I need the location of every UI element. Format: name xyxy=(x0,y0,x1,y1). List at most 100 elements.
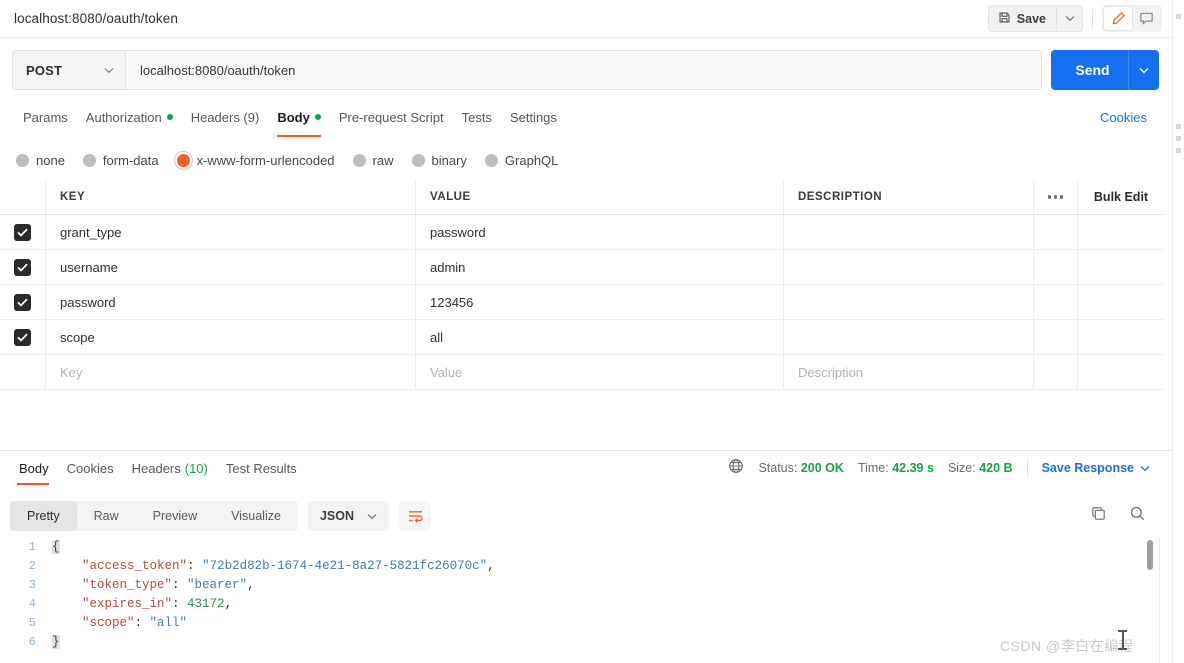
status-dot-icon xyxy=(167,114,173,120)
response-tab-headers[interactable]: Headers (10) xyxy=(123,455,217,481)
request-tab-title[interactable]: localhost:8080/oauth/token xyxy=(14,11,178,26)
tab-params[interactable]: Params xyxy=(14,102,77,132)
rail-icon[interactable] xyxy=(1176,14,1181,19)
url-bar-row: POST localhost:8080/oauth/token Send xyxy=(0,38,1172,100)
row-description-input[interactable] xyxy=(784,285,1034,319)
header-key-cell: KEY xyxy=(46,180,416,214)
row-checkbox[interactable] xyxy=(0,285,46,319)
status-value: 200 OK xyxy=(801,461,844,475)
radio-icon xyxy=(83,154,96,167)
send-button[interactable]: Send xyxy=(1051,50,1159,90)
row-checkbox-empty[interactable] xyxy=(0,355,46,389)
response-tab-test-results[interactable]: Test Results xyxy=(217,455,306,481)
tab-tests[interactable]: Tests xyxy=(453,102,501,132)
body-type-raw[interactable]: raw xyxy=(353,153,394,168)
rail-icon[interactable] xyxy=(1176,136,1181,141)
view-raw-button[interactable]: Raw xyxy=(77,501,136,531)
body-type-urlencoded-label: x-www-form-urlencoded xyxy=(197,153,335,168)
response-divider xyxy=(0,450,1172,451)
code-line: 6 } xyxy=(0,632,1172,651)
response-tab-body-label: Body xyxy=(19,461,49,476)
body-type-binary[interactable]: binary xyxy=(412,153,467,168)
bulk-edit-button[interactable]: Bulk Edit xyxy=(1078,180,1164,214)
tab-settings[interactable]: Settings xyxy=(501,102,566,132)
floppy-disk-icon xyxy=(998,11,1011,27)
row-value-input[interactable]: all xyxy=(416,320,784,354)
response-format-select[interactable]: JSON xyxy=(308,501,389,531)
new-value-input[interactable]: Value xyxy=(416,355,784,389)
row-description-input[interactable] xyxy=(784,215,1034,249)
status-label: Status: xyxy=(758,461,797,475)
table-options-button[interactable] xyxy=(1034,180,1078,214)
view-visualize-button[interactable]: Visualize xyxy=(214,501,298,531)
wrap-lines-button[interactable] xyxy=(399,501,431,531)
response-tab-headers-label: Headers xyxy=(132,461,181,476)
rail-icon[interactable] xyxy=(1176,124,1181,129)
checkbox-checked-icon xyxy=(14,294,31,311)
size-label: Size: xyxy=(948,461,976,475)
edit-mode-button[interactable] xyxy=(1104,7,1132,30)
response-view-segmented-control: Pretty Raw Preview Visualize xyxy=(10,501,298,531)
new-description-input[interactable]: Description xyxy=(784,355,1034,389)
row-value-input[interactable]: admin xyxy=(416,250,784,284)
body-type-raw-label: raw xyxy=(373,153,394,168)
response-tab-cookies[interactable]: Cookies xyxy=(58,455,123,481)
row-checkbox[interactable] xyxy=(0,250,46,284)
title-bar-actions: Save xyxy=(988,5,1172,32)
right-sidebar-rail[interactable] xyxy=(1172,0,1184,663)
row-value-input[interactable]: password xyxy=(416,215,784,249)
response-body-code[interactable]: 1 { 2 "access_token": "72b2d82b-1674-4e2… xyxy=(0,537,1172,663)
line-number: 5 xyxy=(0,616,52,630)
code-text: "scope": "all" xyxy=(52,616,187,630)
row-checkbox[interactable] xyxy=(0,320,46,354)
row-options-spacer xyxy=(1034,215,1078,249)
search-button[interactable] xyxy=(1129,505,1146,527)
save-button[interactable]: Save xyxy=(988,5,1056,32)
rail-icon[interactable] xyxy=(1176,148,1181,153)
response-tab-body[interactable]: Body xyxy=(10,455,58,481)
row-value-input[interactable]: 123456 xyxy=(416,285,784,319)
send-options-dropdown[interactable] xyxy=(1129,67,1159,74)
row-key-input[interactable]: username xyxy=(46,250,416,284)
globe-icon xyxy=(728,458,744,479)
code-text: "expires_in": 43172, xyxy=(52,597,232,611)
http-method-select[interactable]: POST xyxy=(12,50,125,90)
cookies-link[interactable]: Cookies xyxy=(1100,102,1147,132)
view-preview-button[interactable]: Preview xyxy=(136,501,214,531)
comments-button[interactable] xyxy=(1132,7,1160,30)
save-response-button[interactable]: Save Response xyxy=(1042,461,1150,475)
tab-body[interactable]: Body xyxy=(268,102,330,132)
header-checkbox-cell xyxy=(0,180,46,214)
body-type-none[interactable]: none xyxy=(16,153,65,168)
table-row[interactable]: scope all xyxy=(0,320,1164,355)
line-number: 1 xyxy=(0,540,52,554)
send-button-label: Send xyxy=(1051,62,1128,78)
body-type-radio-group: none form-data x-www-form-urlencoded raw… xyxy=(0,142,1172,178)
response-size-item: Size: 420 B xyxy=(948,461,1013,475)
body-type-graphql[interactable]: GraphQL xyxy=(485,153,558,168)
code-scrollbar-thumb[interactable] xyxy=(1147,540,1153,570)
new-key-input[interactable]: Key xyxy=(46,355,416,389)
table-row[interactable]: grant_type password xyxy=(0,215,1164,250)
table-empty-row[interactable]: Key Value Description xyxy=(0,355,1164,390)
response-view-toolbar: Pretty Raw Preview Visualize JSON xyxy=(0,495,1172,537)
row-key-input[interactable]: scope xyxy=(46,320,416,354)
view-pretty-button[interactable]: Pretty xyxy=(10,501,77,531)
row-checkbox[interactable] xyxy=(0,215,46,249)
row-key-input[interactable]: grant_type xyxy=(46,215,416,249)
text-cursor-icon xyxy=(1118,630,1127,650)
body-type-form-data[interactable]: form-data xyxy=(83,153,159,168)
line-number: 3 xyxy=(0,578,52,592)
table-row[interactable]: username admin xyxy=(0,250,1164,285)
row-description-input[interactable] xyxy=(784,320,1034,354)
tab-headers[interactable]: Headers (9) xyxy=(182,102,269,132)
copy-button[interactable] xyxy=(1090,505,1107,527)
table-row[interactable]: password 123456 xyxy=(0,285,1164,320)
body-type-urlencoded[interactable]: x-www-form-urlencoded xyxy=(177,153,335,168)
url-input[interactable]: localhost:8080/oauth/token xyxy=(125,50,1042,90)
tab-pre-request-script[interactable]: Pre-request Script xyxy=(330,102,453,132)
row-key-input[interactable]: password xyxy=(46,285,416,319)
save-options-dropdown[interactable] xyxy=(1056,5,1083,32)
row-description-input[interactable] xyxy=(784,250,1034,284)
tab-authorization[interactable]: Authorization xyxy=(77,102,182,132)
